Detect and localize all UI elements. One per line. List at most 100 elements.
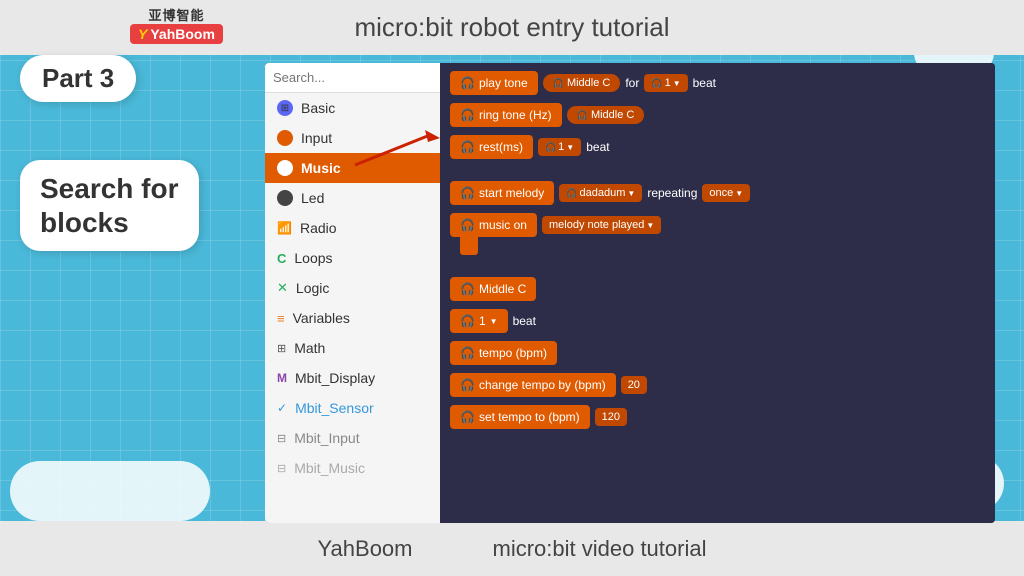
- mbit-display-label: Mbit_Display: [295, 370, 375, 386]
- music-dot: [277, 160, 293, 176]
- part-label: Part 3: [20, 55, 136, 102]
- one-text-2: 1: [558, 141, 564, 153]
- headphone-icon-4: 🎧: [460, 186, 475, 200]
- dropdown-arrow-2: ▼: [566, 143, 574, 152]
- sidebar-item-basic[interactable]: ⊞ Basic: [265, 93, 440, 123]
- sidebar-item-math[interactable]: ⊞ Math: [265, 333, 440, 363]
- beat-text-3: beat: [513, 314, 536, 328]
- footer-brand: YahBoom: [318, 536, 413, 562]
- middle-c-standalone-block[interactable]: 🎧 Middle C: [450, 277, 985, 301]
- middle-c-text-1: Middle C: [567, 77, 610, 89]
- sidebar-item-mbit-display[interactable]: M Mbit_Display: [265, 363, 440, 393]
- music-on-btn[interactable]: 🎧 music on: [450, 213, 537, 237]
- gap-2: [450, 263, 985, 269]
- logo-badge: Y YahBoom: [130, 24, 223, 44]
- rest-btn[interactable]: 🎧 rest(ms): [450, 135, 533, 159]
- headphone-icon-small: 🎧: [553, 78, 564, 88]
- basic-dot: ⊞: [277, 100, 293, 116]
- sidebar-item-radio[interactable]: 📶 Radio: [265, 213, 440, 243]
- change-tempo-btn[interactable]: 🎧 change tempo by (bpm): [450, 373, 616, 397]
- footer: YahBoom micro:bit video tutorial: [0, 521, 1024, 576]
- logo-top-text: 亚博智能: [148, 5, 204, 24]
- blocks-area: 🎧 play tone 🎧 Middle C for 🎧 1 ▼ beat 🎧 …: [440, 63, 995, 523]
- tempo-block[interactable]: 🎧 tempo (bpm): [450, 341, 985, 365]
- headphone-icon-1: 🎧: [460, 76, 475, 90]
- sidebar-item-logic[interactable]: ✕ Logic: [265, 273, 440, 303]
- play-tone-block[interactable]: 🎧 play tone 🎧 Middle C for 🎧 1 ▼ beat: [450, 71, 985, 95]
- val-120-text: 120: [602, 411, 620, 423]
- ring-tone-btn[interactable]: 🎧 ring tone (Hz): [450, 103, 562, 127]
- search-input[interactable]: [273, 70, 449, 85]
- variables-label: Variables: [293, 310, 350, 326]
- tempo-btn[interactable]: 🎧 tempo (bpm): [450, 341, 557, 365]
- headphone-icon-8: 🎧: [460, 346, 475, 360]
- sidebar-item-mbit-sensor[interactable]: ✓ Mbit_Sensor: [265, 393, 440, 423]
- middle-c-pill-2[interactable]: 🎧 Middle C: [567, 106, 645, 124]
- once-dropdown[interactable]: once ▼: [702, 184, 750, 202]
- sidebar-item-loops[interactable]: C Loops: [265, 243, 440, 273]
- header-title: micro:bit robot entry tutorial: [354, 12, 669, 43]
- middle-c-pill-1[interactable]: 🎧 Middle C: [543, 74, 621, 92]
- headphone-icon-rest: 🎧: [545, 142, 556, 153]
- dropdown-arrow-6: ▼: [490, 317, 498, 326]
- val-120[interactable]: 120: [595, 408, 627, 426]
- math-label: Math: [294, 340, 325, 356]
- music-on-block[interactable]: 🎧 music on melody note played ▼: [450, 213, 985, 237]
- variables-icon: ≡: [277, 311, 285, 326]
- dadadum-text: dadadum: [580, 187, 626, 199]
- rest-block[interactable]: 🎧 rest(ms) 🎧 1 ▼ beat: [450, 135, 985, 159]
- header: 亚博智能 Y YahBoom micro:bit robot entry tut…: [0, 0, 1024, 55]
- repeating-text: repeating: [647, 186, 697, 200]
- sidebar-item-mbit-music[interactable]: ⊟ Mbit_Music: [265, 453, 440, 483]
- mbit-music-icon: ⊟: [277, 462, 286, 475]
- start-melody-btn[interactable]: 🎧 start melody: [450, 181, 554, 205]
- mbit-input-label: Mbit_Input: [294, 430, 359, 446]
- arrow: [350, 130, 440, 170]
- gap-1: [450, 167, 985, 173]
- headphone-icon-7: 🎧: [460, 314, 475, 328]
- mbit-music-label: Mbit_Music: [294, 460, 365, 476]
- once-text: once: [709, 187, 733, 199]
- middle-c-text-2: Middle C: [591, 109, 634, 121]
- search-bar[interactable]: 🔍: [265, 63, 440, 93]
- one-beat-btn[interactable]: 🎧 1 ▼: [450, 309, 508, 333]
- footer-subtitle: micro:bit video tutorial: [493, 536, 707, 562]
- melody-note-dropdown[interactable]: melody note played ▼: [542, 216, 661, 234]
- cloud-bottom-left: [10, 461, 210, 521]
- middle-c-standalone-text: Middle C: [479, 282, 526, 296]
- search-bubble: Search forblocks: [20, 160, 199, 251]
- sidebar-item-mbit-input[interactable]: ⊟ Mbit_Input: [265, 423, 440, 453]
- change-tempo-label: change tempo by (bpm): [479, 378, 606, 392]
- loops-label: Loops: [294, 250, 332, 266]
- led-dot: [277, 190, 293, 206]
- set-tempo-label: set tempo to (bpm): [479, 410, 580, 424]
- middle-c-standalone-btn[interactable]: 🎧 Middle C: [450, 277, 536, 301]
- ring-tone-block[interactable]: 🎧 ring tone (Hz) 🎧 Middle C: [450, 103, 985, 127]
- sidebar-item-led[interactable]: Led: [265, 183, 440, 213]
- headphone-icon-5: 🎧: [460, 218, 475, 232]
- dropdown-arrow-5: ▼: [646, 221, 654, 230]
- start-melody-label: start melody: [479, 186, 544, 200]
- start-melody-block[interactable]: 🎧 start melody 🎧 dadadum ▼ repeating onc…: [450, 181, 985, 205]
- set-tempo-block[interactable]: 🎧 set tempo to (bpm) 120: [450, 405, 985, 429]
- logo-y-icon: Y: [138, 26, 147, 42]
- beat-num-2[interactable]: 🎧 1 ▼: [538, 138, 581, 156]
- set-tempo-btn[interactable]: 🎧 set tempo to (bpm): [450, 405, 590, 429]
- change-tempo-block[interactable]: 🎧 change tempo by (bpm) 20: [450, 373, 985, 397]
- beat-text-2: beat: [586, 140, 609, 154]
- beat-num-1[interactable]: 🎧 1 ▼: [644, 74, 687, 92]
- mbit-display-icon: M: [277, 371, 287, 385]
- one-text: 1: [665, 77, 671, 89]
- sidebar-item-variables[interactable]: ≡ Variables: [265, 303, 440, 333]
- play-tone-btn[interactable]: 🎧 play tone: [450, 71, 538, 95]
- logic-icon: ✕: [277, 280, 288, 296]
- dadadum-dropdown[interactable]: 🎧 dadadum ▼: [559, 184, 642, 202]
- music-on-label: music on: [479, 218, 527, 232]
- one-beat-block[interactable]: 🎧 1 ▼ beat: [450, 309, 985, 333]
- headphone-icon-3: 🎧: [460, 140, 475, 154]
- math-icon: ⊞: [277, 342, 286, 355]
- val-20[interactable]: 20: [621, 376, 647, 394]
- dropdown-arrow-3: ▼: [627, 189, 635, 198]
- radio-icon: 📶: [277, 221, 292, 235]
- loops-icon: C: [277, 251, 286, 266]
